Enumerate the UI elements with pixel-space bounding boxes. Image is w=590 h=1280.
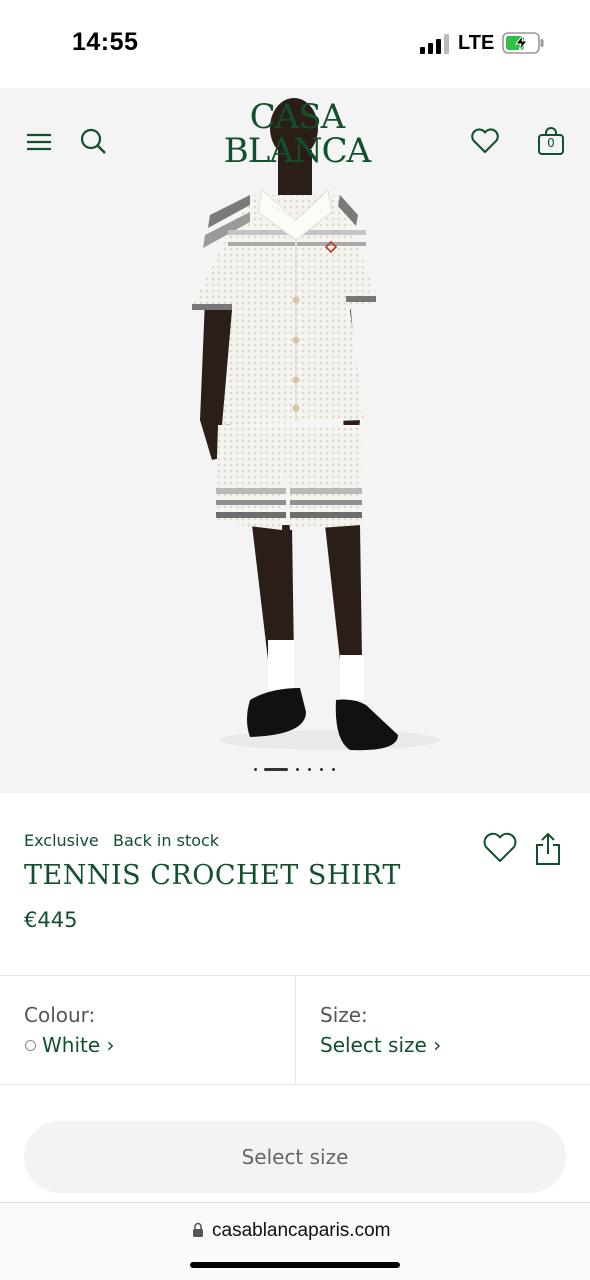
- network-type: LTE: [458, 32, 495, 54]
- url-text[interactable]: casablancaparis.com: [212, 1220, 390, 1242]
- chevron-right-icon: ›: [106, 1033, 115, 1057]
- wishlist-heart-icon[interactable]: [470, 128, 500, 154]
- size-value: Select size ›: [320, 1033, 442, 1057]
- colour-selector[interactable]: Colour: White ›: [0, 976, 295, 1084]
- battery-charging-icon: [502, 32, 544, 54]
- size-selector[interactable]: Size: Select size ›: [296, 976, 590, 1084]
- divider: [0, 1084, 590, 1085]
- colour-value: White ›: [42, 1033, 115, 1057]
- home-indicator[interactable]: [190, 1262, 400, 1268]
- slide-dot-active: [264, 768, 288, 771]
- product-image: [190, 98, 440, 751]
- slide-dot: [332, 768, 335, 771]
- product-title: TENNIS CROCHET SHIRT: [24, 860, 401, 891]
- product-price: €445: [24, 908, 78, 932]
- cart-button[interactable]: 0: [536, 126, 566, 156]
- size-label: Size:: [320, 1003, 368, 1027]
- select-size-button[interactable]: Select size: [24, 1121, 566, 1193]
- cart-count: 0: [547, 136, 555, 150]
- menu-icon[interactable]: [26, 132, 52, 152]
- badge-back-in-stock: Back in stock: [113, 831, 220, 850]
- colour-label: Colour:: [24, 1003, 96, 1027]
- share-icon[interactable]: [534, 832, 562, 866]
- brand-logo[interactable]: CASA BLANCA: [222, 100, 372, 168]
- badge-exclusive: Exclusive: [24, 831, 99, 850]
- chevron-right-icon: ›: [433, 1033, 442, 1057]
- colour-swatch: [25, 1040, 36, 1051]
- slide-dot: [308, 768, 311, 771]
- gallery-pagination[interactable]: [250, 768, 340, 772]
- product-gallery[interactable]: 0: [0, 88, 590, 793]
- slide-dot: [296, 768, 299, 771]
- signal-bars-icon: [420, 34, 452, 54]
- slide-dot: [320, 768, 323, 771]
- heart-icon[interactable]: [482, 832, 518, 864]
- search-icon[interactable]: [79, 127, 107, 155]
- status-time: 14:55: [72, 28, 139, 56]
- lock-icon: [193, 1222, 203, 1237]
- slide-dot: [254, 768, 257, 771]
- status-bar: 14:55 LTE: [0, 0, 590, 88]
